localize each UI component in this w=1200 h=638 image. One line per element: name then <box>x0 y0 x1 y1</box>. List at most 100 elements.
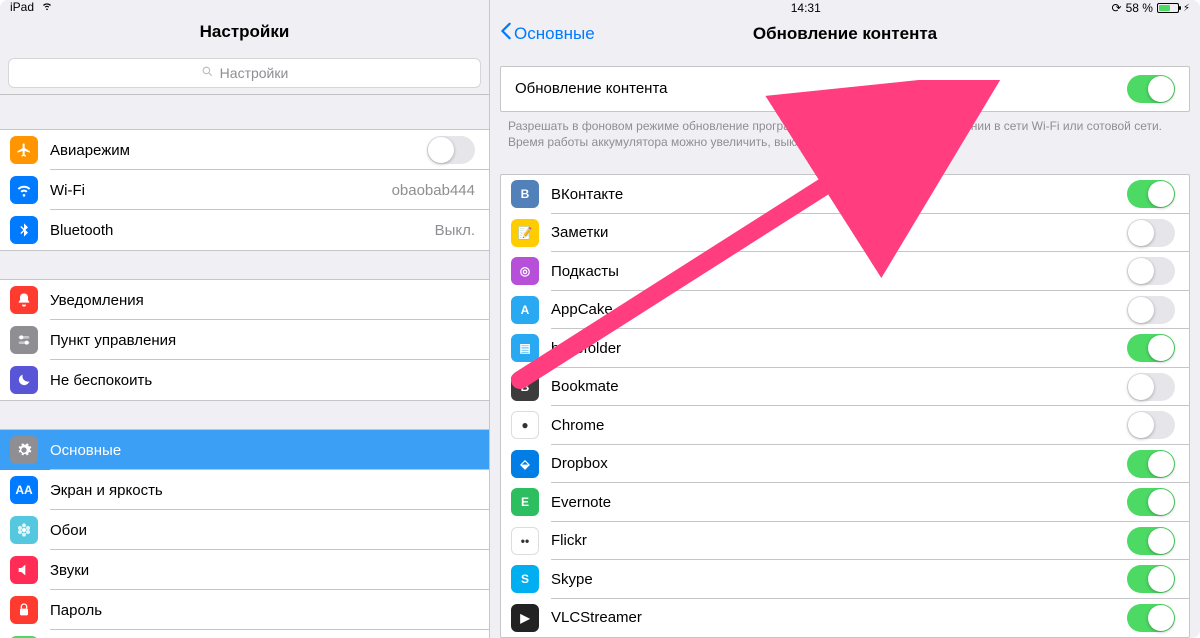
battery-icon <box>1157 3 1179 13</box>
app-icon: A <box>511 296 539 324</box>
moon-icon <box>10 366 38 394</box>
sidebar-item-label: Пароль <box>50 602 475 619</box>
sidebar-item-switches[interactable]: Пункт управления <box>0 320 489 360</box>
sidebar-item-wifi[interactable]: Wi-Fiobaobab444 <box>0 170 489 210</box>
app-row[interactable]: ⬙Dropbox <box>501 445 1189 484</box>
sidebar-title: Настройки <box>0 14 489 52</box>
app-toggle[interactable] <box>1127 180 1175 208</box>
master-toggle[interactable] <box>1127 75 1175 103</box>
battery-text: 58 % <box>1126 1 1153 15</box>
app-label: Chrome <box>551 417 1127 434</box>
device-label: iPad <box>10 0 34 14</box>
status-bar-right: 14:31 ⟳ 58 % ⚡︎ <box>490 0 1200 16</box>
airplane-icon <box>10 136 38 164</box>
flower-icon <box>10 516 38 544</box>
app-row[interactable]: 📝 Заметки <box>501 214 1189 253</box>
app-toggle[interactable] <box>1127 488 1175 516</box>
gear-icon <box>10 436 38 464</box>
app-toggle[interactable] <box>1127 411 1175 439</box>
app-toggle[interactable] <box>1127 334 1175 362</box>
app-icon: ● <box>511 411 539 439</box>
app-icon: B <box>511 180 539 208</box>
app-row[interactable]: •• Flickr <box>501 522 1189 561</box>
app-row[interactable]: ● Chrome <box>501 406 1189 445</box>
app-icon: 📝 <box>511 219 539 247</box>
app-row[interactable]: ▤basefolder <box>501 329 1189 368</box>
sidebar-item-aa[interactable]: AA Экран и яркость <box>0 470 489 510</box>
bell-icon <box>10 286 38 314</box>
app-label: Evernote <box>551 494 1127 511</box>
status-bar-left: iPad <box>0 0 489 14</box>
sidebar-item-lock[interactable]: Пароль <box>0 590 489 630</box>
app-label: VLCStreamer <box>551 609 1127 626</box>
search-input[interactable]: Настройки <box>8 58 481 88</box>
detail-nav: Основные Обновление контента <box>490 16 1200 52</box>
sidebar-item-label: Звуки <box>50 562 475 579</box>
app-row[interactable]: E Evernote <box>501 483 1189 522</box>
sidebar-item-label: Wi-Fi <box>50 182 392 199</box>
sidebar-item-moon[interactable]: Не беспокоить <box>0 360 489 400</box>
hint-text: Разрешать в фоновом режиме обновление пр… <box>490 112 1200 150</box>
app-row[interactable]: B ВКонтакте <box>501 175 1189 214</box>
app-label: ВКонтакте <box>551 186 1127 203</box>
bluetooth-icon <box>10 216 38 244</box>
chevron-left-icon <box>500 22 512 45</box>
app-toggle[interactable] <box>1127 604 1175 632</box>
app-toggle[interactable] <box>1127 219 1175 247</box>
master-toggle-label: Обновление контента <box>515 80 1127 97</box>
app-label: Dropbox <box>551 455 1127 472</box>
master-toggle-row[interactable]: Обновление контента <box>501 67 1189 111</box>
charging-icon: ⚡︎ <box>1183 3 1190 14</box>
app-label: Заметки <box>551 224 1127 241</box>
sidebar-item-bluetooth[interactable]: BluetoothВыкл. <box>0 210 489 250</box>
detail-title: Обновление контента <box>490 24 1200 44</box>
app-row[interactable]: ▶ VLCStreamer <box>501 599 1189 638</box>
app-row[interactable]: AAppCake <box>501 291 1189 330</box>
app-toggle[interactable] <box>1127 257 1175 285</box>
app-label: Bookmate <box>551 378 1127 395</box>
sidebar-item-value: Выкл. <box>435 222 475 239</box>
sidebar-item-value: obaobab444 <box>392 182 475 199</box>
sidebar-item-airplane[interactable]: Авиарежим <box>0 130 489 170</box>
app-label: Skype <box>551 571 1127 588</box>
wifi-icon <box>40 0 54 14</box>
aa-icon: AA <box>10 476 38 504</box>
app-toggle[interactable] <box>1127 527 1175 555</box>
app-row[interactable]: S Skype <box>501 560 1189 599</box>
back-button[interactable]: Основные <box>500 22 595 45</box>
app-label: Подкасты <box>551 263 1127 280</box>
airplane-toggle[interactable] <box>427 136 475 164</box>
app-label: Flickr <box>551 532 1127 549</box>
search-icon <box>201 65 214 81</box>
sidebar-item-label: Не беспокоить <box>50 372 475 389</box>
app-icon: ▶ <box>511 604 539 632</box>
sidebar-item-bell[interactable]: Уведомления <box>0 280 489 320</box>
app-icon: S <box>511 565 539 593</box>
app-row[interactable]: BBookmate <box>501 368 1189 407</box>
app-toggle[interactable] <box>1127 296 1175 324</box>
sidebar-item-gear[interactable]: Основные <box>0 430 489 470</box>
sidebar-item-label: Обои <box>50 522 475 539</box>
sidebar-item-label: Экран и яркость <box>50 482 475 499</box>
search-placeholder: Настройки <box>220 65 289 81</box>
app-toggle[interactable] <box>1127 450 1175 478</box>
app-row[interactable]: ◎ Подкасты <box>501 252 1189 291</box>
app-toggle[interactable] <box>1127 565 1175 593</box>
app-icon: E <box>511 488 539 516</box>
lock-icon <box>10 596 38 624</box>
sidebar-item-label: Основные <box>50 442 475 459</box>
back-label: Основные <box>514 24 595 44</box>
app-icon: •• <box>511 527 539 555</box>
sidebar-item-flower[interactable]: Обои <box>0 510 489 550</box>
rotation-lock-icon: ⟳ <box>1112 1 1122 15</box>
sidebar-item-label: Уведомления <box>50 292 475 309</box>
app-icon: ◎ <box>511 257 539 285</box>
app-icon: ▤ <box>511 334 539 362</box>
wifi-icon <box>10 176 38 204</box>
sidebar-item-battery[interactable]: Аккумулятор <box>0 630 489 638</box>
speaker-icon <box>10 556 38 584</box>
status-time: 14:31 <box>500 1 1112 15</box>
sidebar-item-label: Авиарежим <box>50 142 427 159</box>
app-toggle[interactable] <box>1127 373 1175 401</box>
sidebar-item-speaker[interactable]: Звуки <box>0 550 489 590</box>
